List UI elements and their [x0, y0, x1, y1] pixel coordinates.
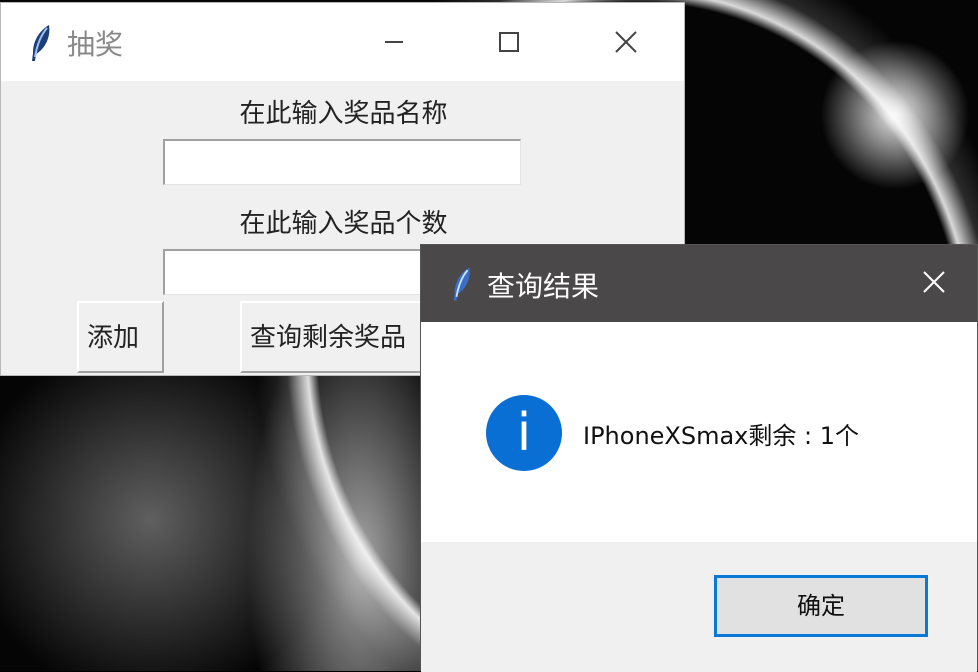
query-remaining-button[interactable]: 查询剩余奖品 [240, 301, 440, 373]
dialog-title: 查询结果 [487, 270, 600, 303]
info-icon: i [486, 395, 562, 471]
query-result-dialog: 查询结果 i IPhoneXSmax剩余 : 1个 确定 [420, 244, 978, 672]
prize-count-label: 在此输入奖品个数 [239, 209, 448, 239]
ok-button[interactable]: 确定 [714, 575, 928, 637]
feather-icon [32, 25, 50, 61]
close-icon[interactable] [609, 25, 643, 59]
close-icon[interactable] [917, 265, 951, 299]
maximize-icon[interactable] [492, 25, 526, 59]
feather-icon [453, 267, 470, 301]
dialog-footer: 确定 [421, 542, 977, 672]
minimize-icon[interactable] [377, 25, 411, 59]
window-title: 抽奖 [67, 28, 124, 61]
wallpaper-glow [820, 40, 970, 190]
prize-name-input[interactable] [163, 139, 521, 185]
dialog-titlebar[interactable]: 查询结果 [421, 245, 977, 322]
main-titlebar[interactable]: 抽奖 [1, 3, 684, 81]
prize-name-label: 在此输入奖品名称 [239, 99, 448, 129]
add-button[interactable]: 添加 [77, 301, 164, 373]
dialog-message: IPhoneXSmax剩余 : 1个 [583, 422, 859, 450]
